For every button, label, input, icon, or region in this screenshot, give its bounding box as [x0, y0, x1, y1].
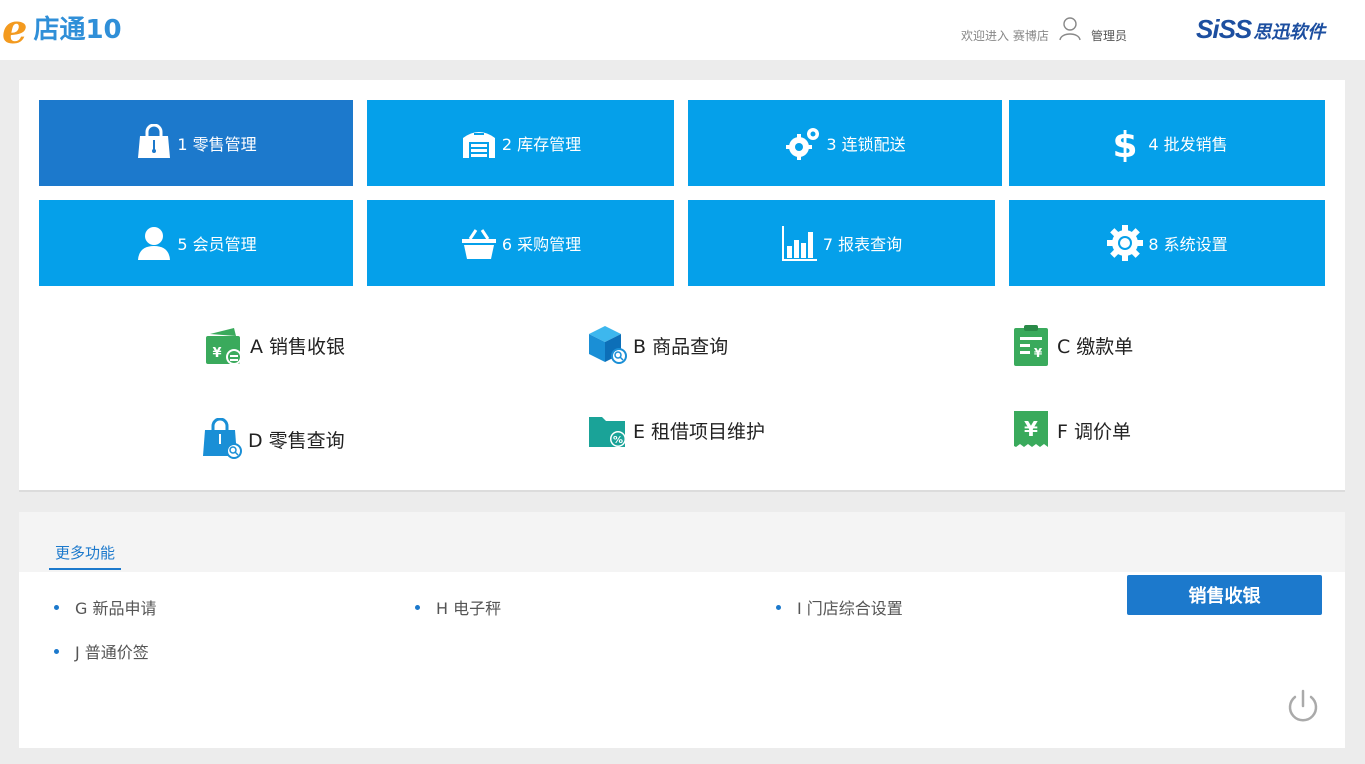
top-bar: e 店通10 欢迎进入 赛博店 管理员 SiSS 思迅软件 [0, 0, 1365, 60]
svg-text:¥: ¥ [212, 346, 221, 361]
module-label: 1 零售管理 [177, 135, 257, 154]
svg-text:$: $ [1113, 125, 1138, 162]
shopping-bag-icon [138, 124, 171, 158]
module-label: 5 会员管理 [177, 235, 257, 254]
module-tile-wholesale[interactable]: $ 4 批发销售 [1009, 100, 1325, 186]
quick-link-label: D 零售查询 [248, 429, 345, 452]
warehouse-icon [462, 132, 495, 158]
module-label: 3 连锁配送 [826, 135, 906, 154]
svg-text:%: % [613, 435, 623, 446]
logo-name: 店通10 [33, 15, 122, 45]
sales-cashier-button[interactable]: 销售收银 [1127, 575, 1322, 615]
gears-icon [786, 128, 820, 160]
cashier-wallet-icon: ¥ [206, 328, 242, 365]
bullet-icon [54, 604, 59, 610]
brand-cn: 思迅软件 [1253, 22, 1326, 43]
quick-link-label: A 销售收银 [250, 335, 346, 358]
module-tile-members[interactable]: 5 会员管理 [39, 200, 353, 286]
module-label: 7 报表查询 [822, 235, 903, 254]
bullet-icon [415, 604, 420, 610]
user-icon[interactable] [1059, 17, 1081, 41]
product-box-search-icon [589, 326, 627, 364]
quick-link-retail-query[interactable]: D 零售查询 [202, 418, 345, 460]
more-item-new-product[interactable]: G 新品申请 [54, 595, 157, 619]
power-icon[interactable] [1285, 688, 1321, 726]
quick-link-cashier[interactable]: ¥ A 销售收银 [204, 324, 345, 366]
module-tile-distribution[interactable]: 3 连锁配送 [688, 100, 1002, 186]
brand-latin: SiSS [1196, 14, 1252, 44]
bullet-icon [776, 604, 781, 610]
quick-link-product-query[interactable]: B 商品查询 [587, 324, 728, 366]
quick-link-label: F 调价单 [1057, 420, 1131, 443]
svg-text:¥: ¥ [1034, 346, 1043, 360]
quick-link-rental-items[interactable]: % E 租借项目维护 [587, 409, 765, 451]
user-role[interactable]: 管理员 [1091, 27, 1127, 44]
more-item-label: H 电子秤 [436, 599, 502, 618]
quick-link-label: C 缴款单 [1057, 335, 1134, 358]
module-label: 8 系统设置 [1148, 235, 1228, 254]
more-item-scale[interactable]: H 电子秤 [415, 595, 501, 619]
module-label: 6 采购管理 [501, 235, 582, 254]
more-item-label: G 新品申请 [75, 599, 157, 618]
tab-more-functions[interactable]: 更多功能 [49, 542, 121, 570]
gear-icon [1107, 225, 1144, 261]
quick-link-payment[interactable]: ¥ C 缴款单 [1011, 324, 1133, 366]
module-tile-retail[interactable]: 1 零售管理 [39, 100, 353, 186]
module-tile-settings[interactable]: 8 系统设置 [1009, 200, 1325, 286]
brand-logo: SiSS 思迅软件 [1196, 14, 1325, 45]
person-icon [138, 227, 171, 260]
more-item-price-label[interactable]: J 普通价签 [54, 639, 149, 663]
bag-search-icon [203, 418, 242, 459]
folder-percent-icon: % [589, 417, 626, 447]
more-item-store-settings[interactable]: I 门店综合设置 [776, 595, 903, 619]
payment-clipboard-icon: ¥ [1014, 325, 1048, 366]
more-item-label: J 普通价签 [75, 643, 149, 662]
module-tile-purchase[interactable]: 6 采购管理 [367, 200, 674, 286]
more-item-label: I 门店综合设置 [797, 599, 903, 618]
welcome-text: 欢迎进入 赛博店 [961, 29, 1049, 43]
dollar-icon: $ [1113, 125, 1138, 162]
more-functions-header: 更多功能 [19, 512, 1345, 572]
more-functions-panel: 更多功能 G 新品申请 H 电子秤 I 门店综合设置 J 普通价签 销售收银 [19, 512, 1345, 748]
svg-text:¥: ¥ [1024, 417, 1038, 441]
quick-link-label: E 租借项目维护 [633, 420, 766, 443]
app-logo: e 店通10 [2, 6, 122, 53]
module-label: 2 库存管理 [501, 135, 582, 154]
module-tile-reports[interactable]: 7 报表查询 [688, 200, 995, 286]
price-tag-yen-icon: ¥ [1014, 411, 1048, 447]
quick-link-label: B 商品查询 [633, 335, 729, 358]
bullet-icon [54, 648, 59, 654]
bar-chart-icon [781, 226, 817, 261]
module-tile-inventory[interactable]: 2 库存管理 [367, 100, 674, 186]
module-label: 4 批发销售 [1148, 135, 1228, 154]
main-panel: 1 零售管理 2 库存管理 3 连锁配送 $ 4 批发销售 5 会员管理 6 采… [19, 80, 1345, 492]
quick-link-price-adjust[interactable]: ¥ F 调价单 [1011, 409, 1131, 451]
basket-icon [461, 229, 496, 259]
logo-e-mark: e [2, 6, 28, 53]
